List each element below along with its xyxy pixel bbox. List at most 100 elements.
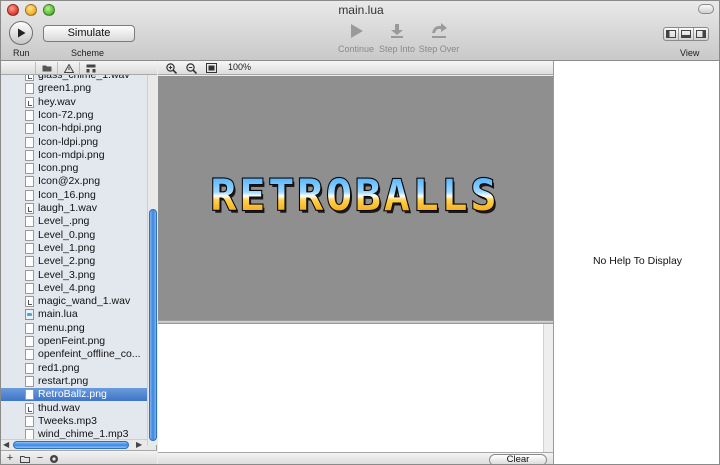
fit-to-window-button[interactable] [204,62,218,74]
file-icon [25,229,34,241]
file-list-horizontal-scrollbar[interactable]: ◀ ▶ [1,439,147,449]
zoom-level: 100% [228,62,252,72]
file-name: Level_.png [38,215,90,228]
file-name: openfeint_offline_co... [38,348,141,361]
file-icon [25,136,34,148]
file-icon [25,123,34,135]
zoom-in-button[interactable] [164,62,178,74]
file-list-item[interactable]: RetroBallz.png [1,388,147,402]
window-title: main.lua [338,3,384,17]
audio-file-icon [25,402,34,414]
file-name: Level_2.png [38,255,96,268]
file-list-item[interactable]: Level_.png [1,215,147,228]
audio-file-icon [25,415,34,427]
folder-icon [20,456,30,463]
file-icon [25,282,34,294]
file-name: main.lua [38,308,78,321]
file-icon [25,389,34,401]
zoom-in-icon [165,62,177,74]
settings-button[interactable] [47,452,61,464]
view-left-pane-button[interactable] [664,28,679,40]
audio-file-icon [25,96,34,108]
file-list-item[interactable]: Level_3.png [1,269,147,282]
bottom-pane-icon [681,30,691,38]
file-icon [25,322,34,334]
file-name: Level_4.png [38,281,96,294]
file-name: Icon-mdpi.png [38,148,105,161]
file-list-item[interactable]: red1.png [1,362,147,375]
step-over-button[interactable]: Step Over [409,23,469,54]
project-navigator-tab[interactable] [35,62,57,74]
file-list-vertical-scrollbar[interactable] [147,75,157,445]
file-list-item[interactable]: Level_0.png [1,229,147,242]
file-list-item[interactable]: Level_2.png [1,255,147,268]
scroll-right-arrow-icon[interactable]: ▶ [136,440,142,449]
help-placeholder-text: No Help To Display [592,255,683,267]
main-window: main.lua Run Simulate Scheme Continue St… [0,0,720,465]
clear-console-button[interactable]: Clear [489,454,547,464]
symbols-navigator-tab[interactable] [79,62,101,74]
view-right-pane-button[interactable] [694,28,708,40]
add-file-button[interactable]: + [3,452,17,464]
file-list-item[interactable]: laugh_1.wav [1,202,147,215]
scroll-left-arrow-icon[interactable]: ◀ [3,440,9,449]
add-folder-button[interactable] [18,452,32,464]
step-into-icon [391,24,403,38]
scheme-button[interactable]: Simulate [43,25,135,42]
file-name: glass_chime_1.wav [38,75,130,81]
navigator-bottom-bar: + − [1,450,157,464]
file-list-item[interactable]: menu.png [1,322,147,335]
run-button[interactable] [9,21,33,45]
simulator-canvas[interactable]: RETROBALLS RETROBALLS [158,76,553,320]
vertical-scroll-thumb[interactable] [149,209,157,441]
file-list-item[interactable]: Icon@2x.png [1,175,147,188]
file-name: magic_wand_1.wav [38,295,131,308]
issues-navigator-tab[interactable] [57,62,79,74]
simulator-toolbar: 100% [158,61,553,75]
file-name: Icon@2x.png [38,175,101,188]
file-list-item[interactable]: Icon.png [1,162,147,175]
left-pane-icon [666,30,676,38]
file-list-item[interactable]: main.lua [1,308,147,321]
play-icon [351,24,363,38]
toolbar-toggle-button[interactable] [698,4,714,14]
file-list-item[interactable]: openfeint_offline_co... [1,348,147,361]
file-icon [25,109,34,121]
file-list-item[interactable]: Level_1.png [1,242,147,255]
file-list-item[interactable]: magic_wand_1.wav [1,295,147,308]
navigator-toolbar [1,61,157,75]
file-list-item[interactable]: Icon_16.png [1,189,147,202]
file-icon [25,242,34,254]
file-list-item[interactable]: Tweeks.mp3 [1,415,147,428]
remove-file-button[interactable]: − [33,452,47,464]
file-list: glass_chime_1.wav green1.png hey.wav Icon-7… [1,75,147,443]
file-list-item[interactable]: Icon-mdpi.png [1,149,147,162]
file-list-item[interactable]: Icon-ldpi.png [1,136,147,149]
right-pane-icon [696,30,706,38]
file-list-item[interactable]: openFeint.png [1,335,147,348]
console-scrollbar[interactable] [543,324,553,452]
file-name: Icon-hdpi.png [38,122,102,135]
view-segmented-control [663,27,709,41]
horizontal-scroll-thumb[interactable] [13,441,129,449]
console-output[interactable] [158,324,543,452]
zoom-out-button[interactable] [184,62,198,74]
file-list-item[interactable]: green1.png [1,82,147,95]
audio-file-icon [25,296,34,308]
file-icon [25,375,34,387]
file-icon [25,176,34,188]
file-list-item[interactable]: hey.wav [1,96,147,109]
file-list-item[interactable]: thud.wav [1,402,147,415]
file-name: Level_3.png [38,268,96,281]
play-icon [18,28,26,38]
view-bottom-pane-button[interactable] [679,28,694,40]
file-list-item[interactable]: Icon-72.png [1,109,147,122]
file-list-item[interactable]: glass_chime_1.wav [1,75,147,82]
file-list-item[interactable]: Icon-hdpi.png [1,122,147,135]
file-icon [25,256,34,268]
file-icon [25,189,34,201]
file-list-item[interactable]: Level_4.png [1,282,147,295]
file-list-item[interactable]: restart.png [1,375,147,388]
zoom-out-icon [185,62,197,74]
file-name: green1.png [38,82,92,95]
